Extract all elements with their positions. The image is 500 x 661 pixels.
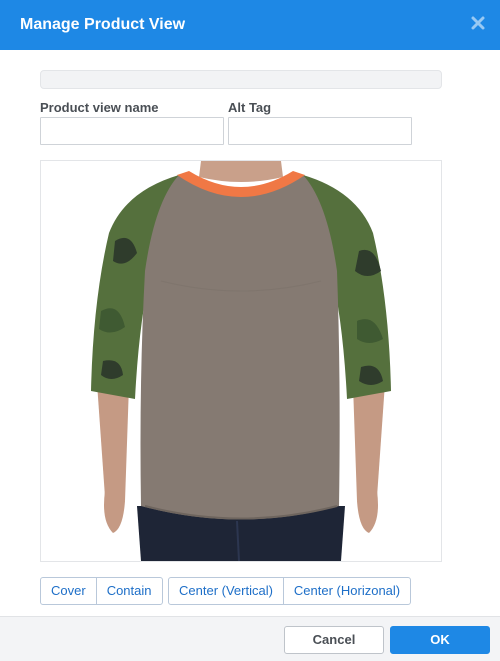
alt-tag-label: Alt Tag [228, 100, 272, 115]
center-horizontal-button[interactable]: Center (Horizonal) [282, 578, 410, 604]
tshirt-product-image [91, 161, 391, 561]
align-button-group: Center (Vertical) Center (Horizonal) [168, 577, 412, 605]
view-name-label: Product view name [40, 100, 159, 115]
upload-progress-bar [40, 70, 442, 89]
center-vertical-button[interactable]: Center (Vertical) [169, 578, 283, 604]
dialog-title: Manage Product View [20, 16, 186, 33]
dialog-footer: Cancel OK [0, 616, 500, 661]
fit-button-group: Cover Contain [40, 577, 163, 605]
cover-button[interactable]: Cover [41, 578, 96, 604]
product-image-preview [40, 160, 442, 562]
cancel-button[interactable]: Cancel [284, 626, 384, 654]
close-icon[interactable] [470, 15, 486, 31]
dialog-header: Manage Product View [0, 0, 500, 50]
manage-product-view-dialog: Manage Product View Product view name Al… [0, 0, 500, 661]
contain-button[interactable]: Contain [95, 578, 162, 604]
alt-tag-input[interactable] [228, 117, 412, 145]
ok-button[interactable]: OK [390, 626, 490, 654]
view-name-input[interactable] [40, 117, 224, 145]
